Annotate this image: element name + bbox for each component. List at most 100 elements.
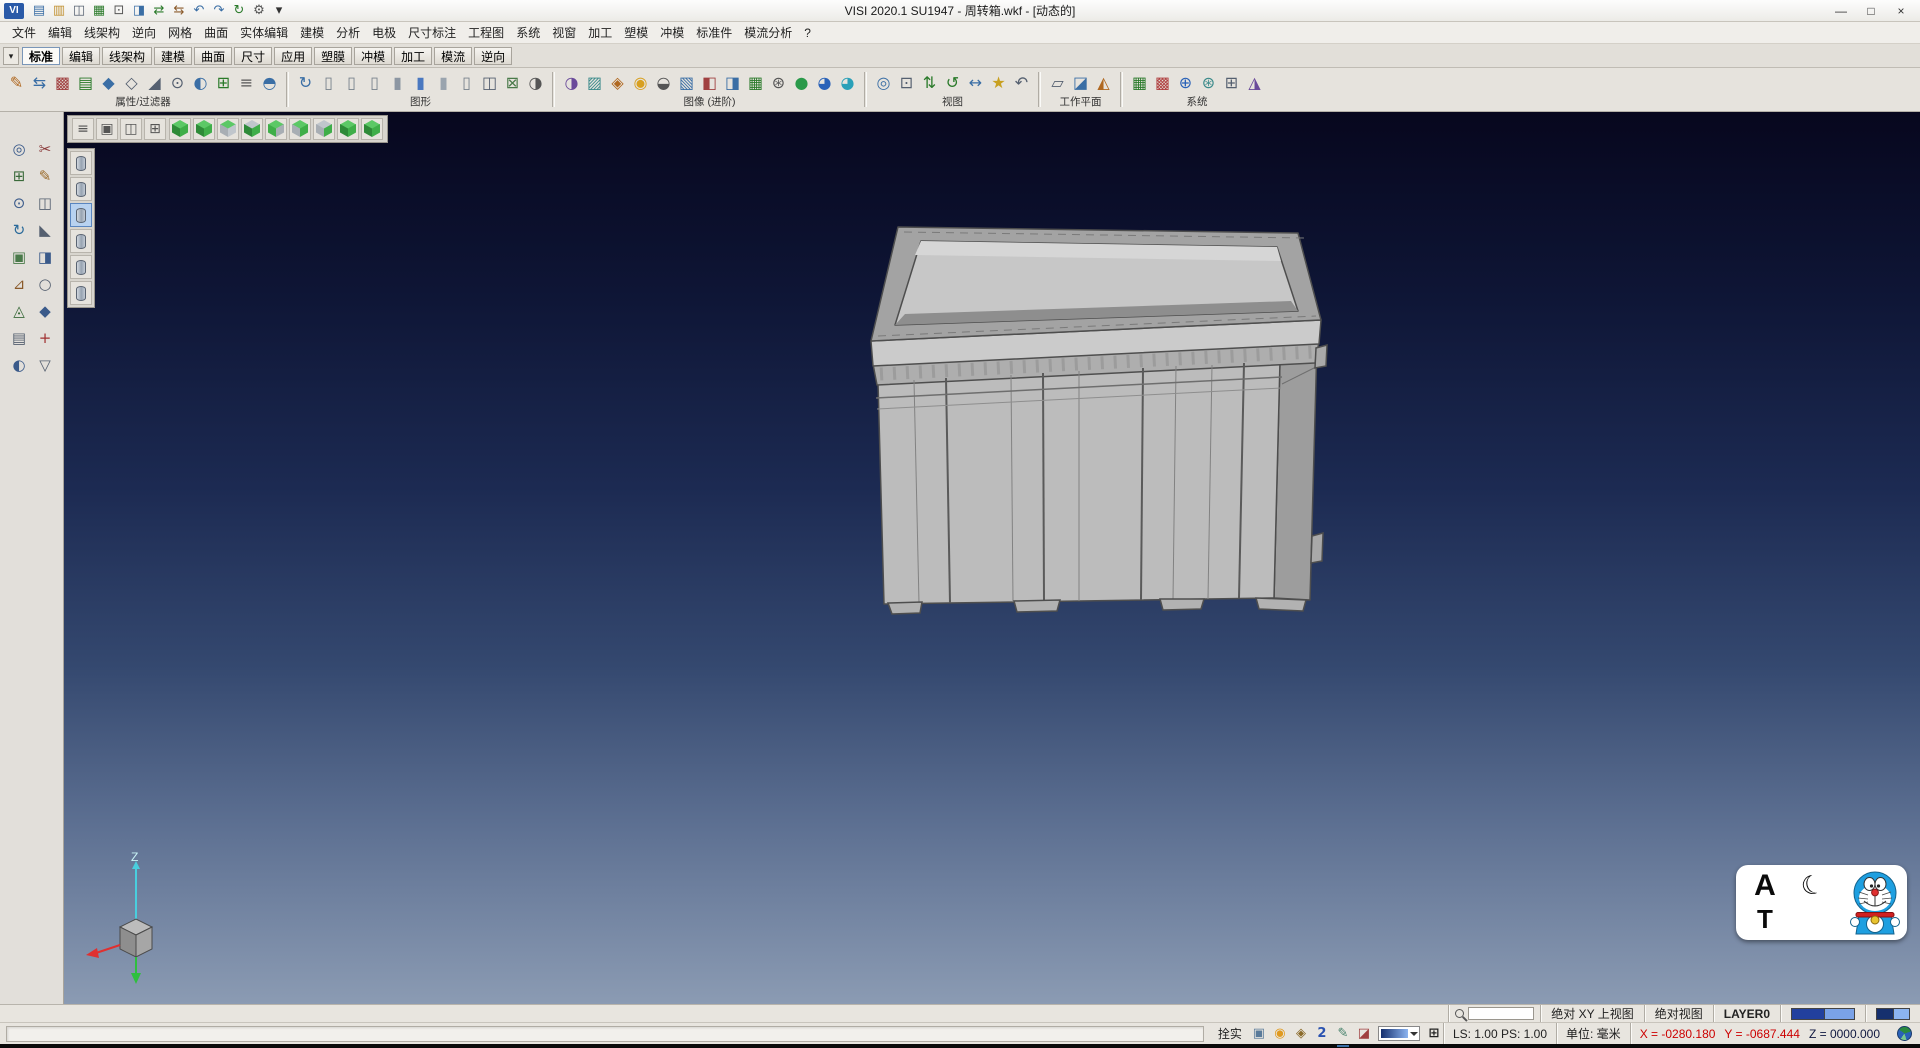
pen-color-selector[interactable] xyxy=(1865,1005,1920,1022)
tab-standard[interactable]: 标准 xyxy=(22,47,60,65)
view-rotate-icon[interactable]: ↺ xyxy=(942,70,963,94)
viewport-quad-icon[interactable]: ⊞ xyxy=(144,118,166,140)
menu-item[interactable]: 逆向 xyxy=(126,22,162,43)
globe-icon[interactable] xyxy=(1897,1026,1912,1041)
visibility-filter-icon[interactable]: ◐ xyxy=(190,70,211,94)
view-previous-icon[interactable]: ↶ xyxy=(1011,70,1032,94)
menu-item[interactable]: 电极 xyxy=(366,22,402,43)
layer-table-icon[interactable]: ▦ xyxy=(1129,70,1150,94)
solid-pair-icon[interactable]: ◫ xyxy=(479,70,500,94)
snap-toggle[interactable]: 拴实 xyxy=(1210,1025,1250,1042)
open-file-icon[interactable]: ▥ xyxy=(50,2,68,20)
new-file-icon[interactable]: ▤ xyxy=(30,2,48,20)
snap-settings-icon[interactable]: ▣ xyxy=(1250,1025,1268,1043)
minimize-button[interactable]: — xyxy=(1826,2,1856,20)
tab-surface[interactable]: 曲面 xyxy=(194,47,232,65)
filter-cylinder-1[interactable] xyxy=(70,151,92,175)
render-quality-icon[interactable]: ◑ xyxy=(561,70,582,94)
tab-mouldflow[interactable]: 模流 xyxy=(434,47,472,65)
circle-icon[interactable]: ○ xyxy=(34,273,56,295)
element-color-selector[interactable] xyxy=(1780,1005,1865,1022)
profile-icon[interactable]: ◎ xyxy=(8,138,30,160)
viewport-3d[interactable]: ≡▣◫⊞ xyxy=(64,112,1920,1004)
view-top-cube-icon[interactable] xyxy=(217,118,239,140)
save-all-icon[interactable]: ▦ xyxy=(90,2,108,20)
active-layer[interactable]: LAYER0 xyxy=(1713,1005,1780,1022)
sphere-render-icon[interactable]: ● xyxy=(791,70,812,94)
view-front-cube-icon[interactable] xyxy=(241,118,263,140)
sketch-icon[interactable]: ✎ xyxy=(34,165,56,187)
menu-item[interactable]: 标准件 xyxy=(690,22,738,43)
corner-icon[interactable]: ◣ xyxy=(34,219,56,241)
rotate-element-icon[interactable]: ↻ xyxy=(295,70,316,94)
viewport-split-icon[interactable]: ◫ xyxy=(120,118,142,140)
search-input[interactable] xyxy=(1468,1007,1534,1020)
material-icon[interactable]: ◈ xyxy=(607,70,628,94)
cylinder-blue-icon[interactable]: ▮ xyxy=(410,70,431,94)
element-filter-icon[interactable]: ◆ xyxy=(98,70,119,94)
tab-stamping[interactable]: 冲模 xyxy=(354,47,392,65)
pie-cyan-icon[interactable]: ◕ xyxy=(837,70,858,94)
snap-grid-icon[interactable]: ⊛ xyxy=(1198,70,1219,94)
menu-item[interactable]: 系统 xyxy=(510,22,546,43)
workplane-align-icon[interactable]: ◪ xyxy=(1070,70,1091,94)
section-view-icon[interactable]: ◧ xyxy=(699,70,720,94)
menu-item[interactable]: 塑模 xyxy=(618,22,654,43)
tab-reverse[interactable]: 逆向 xyxy=(474,47,512,65)
dynamic-view-icon[interactable]: ⊛ xyxy=(768,70,789,94)
more-icon[interactable]: ▾ xyxy=(270,2,288,20)
view-left-cube-icon[interactable] xyxy=(289,118,311,140)
shade-icon[interactable]: ◐ xyxy=(8,354,30,376)
linetype-filter-icon[interactable]: ≡ xyxy=(236,70,257,94)
layers-icon[interactable]: ▤ xyxy=(8,327,30,349)
cylinder-outline-icon[interactable]: ▯ xyxy=(456,70,477,94)
menu-item[interactable]: 编辑 xyxy=(42,22,78,43)
menu-item[interactable]: 线架构 xyxy=(78,22,126,43)
refresh-icon[interactable]: ↻ xyxy=(230,2,248,20)
cylinder-wire-icon[interactable]: ▯ xyxy=(318,70,339,94)
view-bottom-cube-icon[interactable] xyxy=(337,118,359,140)
clip-plane-icon[interactable]: ◨ xyxy=(722,70,743,94)
cylinder-dashed-icon[interactable]: ▯ xyxy=(364,70,385,94)
cad-exchange-icon[interactable]: ◮ xyxy=(1244,70,1265,94)
tab-wireframe[interactable]: 线架构 xyxy=(102,47,152,65)
maximize-button[interactable]: □ xyxy=(1856,2,1886,20)
tab-edit[interactable]: 编辑 xyxy=(62,47,100,65)
view-orientation-selector[interactable] xyxy=(1378,1026,1420,1041)
menu-item[interactable]: 文件 xyxy=(6,22,42,43)
tab-plastic-mould[interactable]: 塑膜 xyxy=(314,47,352,65)
angle-icon[interactable]: ⊿ xyxy=(8,273,30,295)
rotate-icon[interactable]: ↻ xyxy=(8,219,30,241)
filter-cylinder-4[interactable] xyxy=(70,229,92,253)
save-icon[interactable]: ◫ xyxy=(70,2,88,20)
menu-item[interactable]: 尺寸标注 xyxy=(402,22,462,43)
cylinder-ghost-icon[interactable]: ▮ xyxy=(433,70,454,94)
add-icon[interactable]: + xyxy=(34,327,56,349)
menu-item[interactable]: 分析 xyxy=(330,22,366,43)
workplane-rotate-icon[interactable]: ◭ xyxy=(1093,70,1114,94)
menu-item[interactable]: 视窗 xyxy=(546,22,582,43)
export-icon[interactable]: ⇆ xyxy=(170,2,188,20)
database-table-icon[interactable]: ⊞ xyxy=(1221,70,1242,94)
background-icon[interactable]: ▧ xyxy=(676,70,697,94)
grip-icon[interactable]: ≡ xyxy=(72,118,94,140)
surface-icon[interactable]: ◬ xyxy=(8,300,30,322)
tab-application[interactable]: 应用 xyxy=(274,47,312,65)
view-right-cube-icon[interactable] xyxy=(265,118,287,140)
model-crate[interactable] xyxy=(864,212,1344,642)
viewport-single-icon[interactable]: ▣ xyxy=(96,118,118,140)
edges-overlay-icon[interactable]: ▦ xyxy=(745,70,766,94)
settings-icon[interactable]: ⚙ xyxy=(250,2,268,20)
system-globe-icon[interactable]: ⊕ xyxy=(1175,70,1196,94)
point-icon[interactable]: ⊙ xyxy=(8,192,30,214)
menu-item[interactable]: 模流分析 xyxy=(738,22,798,43)
view-iso-cube-icon[interactable] xyxy=(169,118,191,140)
pen-icon[interactable]: ✎ xyxy=(1334,1025,1352,1043)
menu-item[interactable]: 曲面 xyxy=(198,22,234,43)
lock-icon[interactable]: ◈ xyxy=(1292,1025,1310,1043)
view-pan-icon[interactable]: ↔ xyxy=(965,70,986,94)
view-iso2-cube-icon[interactable] xyxy=(193,118,215,140)
layer2-icon[interactable]: 2 xyxy=(1313,1025,1331,1043)
solid-box-icon[interactable]: ⊠ xyxy=(502,70,523,94)
view-mode-selector[interactable]: 绝对 XY 上视图 xyxy=(1540,1005,1643,1022)
